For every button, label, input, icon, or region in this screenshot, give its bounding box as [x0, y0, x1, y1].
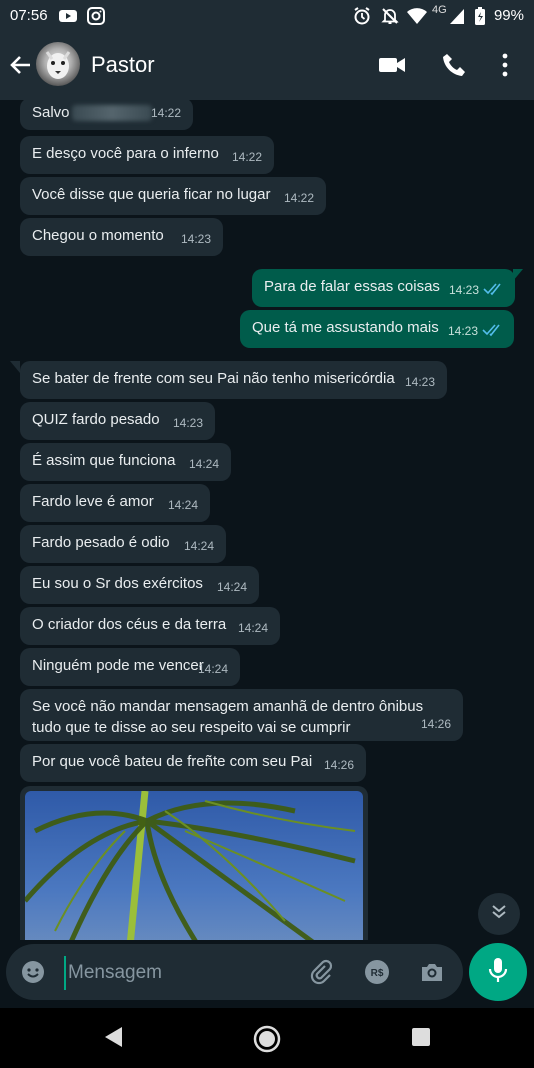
image-message[interactable] [20, 786, 368, 940]
message-time: 14:24 [197, 662, 228, 676]
redacted-name [71, 105, 152, 122]
message-incoming[interactable]: Você disse que queria ficar no lugar 14:… [20, 177, 326, 215]
mic-icon [486, 956, 510, 989]
voice-record-button[interactable] [469, 943, 527, 1001]
message-text: Chegou o momento [32, 227, 164, 244]
svg-text:R$: R$ [371, 968, 384, 979]
message-text: Você disse que queria ficar no lugar [32, 186, 271, 203]
message-incoming[interactable]: Salvo 14:22 [20, 100, 193, 130]
avatar[interactable] [36, 42, 80, 86]
message-text: Se bater de frente com seu Pai não tenho… [32, 370, 395, 387]
message-time: 14:26 [420, 717, 451, 731]
message-incoming[interactable]: Fardo pesado é odio 14:24 [20, 525, 226, 563]
message-text: Eu sou o Sr dos exércitos [32, 575, 203, 592]
wifi-icon [406, 6, 428, 30]
message-text: Salvo [32, 104, 70, 121]
signal-icon [448, 6, 466, 30]
battery-level: 99% [493, 7, 524, 24]
message-time: 14:23 [172, 416, 203, 430]
chat-header: Pastor [0, 32, 534, 100]
nav-home-icon[interactable] [252, 1024, 282, 1059]
message-time: 14:23 [404, 375, 435, 389]
bubble-tail [10, 361, 20, 373]
network-type: 4G [432, 4, 447, 16]
message-time: 14:24 [167, 498, 198, 512]
message-time: 14:23 [447, 324, 478, 338]
message-text: Por que você bateu de freñte com seu Pai [32, 753, 313, 770]
message-text: E desço você para o inferno [32, 145, 219, 162]
message-incoming[interactable]: É assim que funciona 14:24 [20, 443, 231, 481]
message-text: Se você não mandar mensagem amanhã de de… [32, 698, 424, 736]
message-text: Ninguém pode me vencer [32, 657, 204, 674]
muted-bell-icon [380, 6, 400, 30]
message-outgoing[interactable]: Para de falar essas coisas 14:23 [252, 269, 515, 307]
emoji-icon[interactable] [20, 959, 46, 990]
double-chevron-down-icon [490, 903, 508, 926]
back-arrow-icon[interactable] [8, 52, 34, 83]
nav-back-icon[interactable] [102, 1024, 126, 1055]
payment-icon[interactable]: R$ [364, 959, 390, 990]
message-outgoing[interactable]: Que tá me assustando mais 14:23 [240, 310, 514, 348]
message-text: Para de falar essas coisas [264, 278, 440, 295]
alarm-icon [352, 6, 372, 30]
message-input[interactable] [64, 956, 300, 990]
battery-icon [474, 6, 486, 30]
message-incoming[interactable]: E desço você para o inferno 14:22 [20, 136, 274, 174]
message-incoming[interactable]: Se bater de frente com seu Pai não tenho… [20, 361, 447, 399]
message-time: 14:22 [283, 191, 314, 205]
message-time: 14:26 [323, 758, 354, 772]
message-time: 14:24 [216, 580, 247, 594]
phone-icon[interactable] [441, 52, 467, 83]
attach-icon[interactable] [308, 959, 334, 990]
contact-name[interactable]: Pastor [91, 52, 155, 78]
camera-icon[interactable] [419, 959, 445, 990]
message-text: O criador dos céus e da terra [32, 616, 227, 633]
read-ticks-icon [482, 322, 504, 343]
palm-tree-photo [25, 791, 363, 940]
message-text: Fardo leve é amor [32, 493, 154, 510]
composer: R$ [6, 944, 463, 1000]
message-incoming[interactable]: Fardo leve é amor 14:24 [20, 484, 210, 522]
message-text: Que tá me assustando mais [252, 319, 439, 336]
message-incoming[interactable]: Eu sou o Sr dos exércitos 14:24 [20, 566, 259, 604]
youtube-icon [58, 6, 78, 30]
nav-recents-icon[interactable] [410, 1024, 432, 1055]
message-incoming[interactable]: QUIZ fardo pesado 14:23 [20, 402, 215, 440]
message-text: É assim que funciona [32, 452, 176, 469]
instagram-icon [86, 6, 106, 30]
system-nav-bar [0, 1008, 534, 1068]
message-incoming[interactable]: Por que você bateu de freñte com seu Pai… [20, 744, 366, 782]
message-incoming[interactable]: O criador dos céus e da terra 14:24 [20, 607, 280, 645]
message-time: 14:24 [237, 621, 268, 635]
message-incoming[interactable]: Chegou o momento 14:23 [20, 218, 223, 256]
message-time: 14:23 [180, 232, 211, 246]
status-bar: 07:56 4G 99% [0, 0, 534, 32]
scroll-to-bottom-button[interactable] [478, 893, 520, 935]
message-incoming[interactable]: Ninguém pode me vencer 14:24 [20, 648, 240, 686]
video-call-icon[interactable] [378, 52, 406, 83]
message-time: 14:23 [448, 283, 479, 297]
message-text: QUIZ fardo pesado [32, 411, 160, 428]
message-text: Fardo pesado é odio [32, 534, 170, 551]
message-time: 14:22 [231, 150, 262, 164]
status-time: 07:56 [10, 7, 48, 24]
message-time: 14:24 [183, 539, 214, 553]
more-vert-icon[interactable] [498, 52, 512, 83]
message-list[interactable]: Salvo 14:22 E desço você para o inferno … [0, 100, 534, 940]
message-time: 14:22 [150, 106, 181, 120]
read-ticks-icon [483, 281, 505, 302]
message-time: 14:24 [188, 457, 219, 471]
message-incoming[interactable]: Se você não mandar mensagem amanhã de de… [20, 689, 463, 741]
